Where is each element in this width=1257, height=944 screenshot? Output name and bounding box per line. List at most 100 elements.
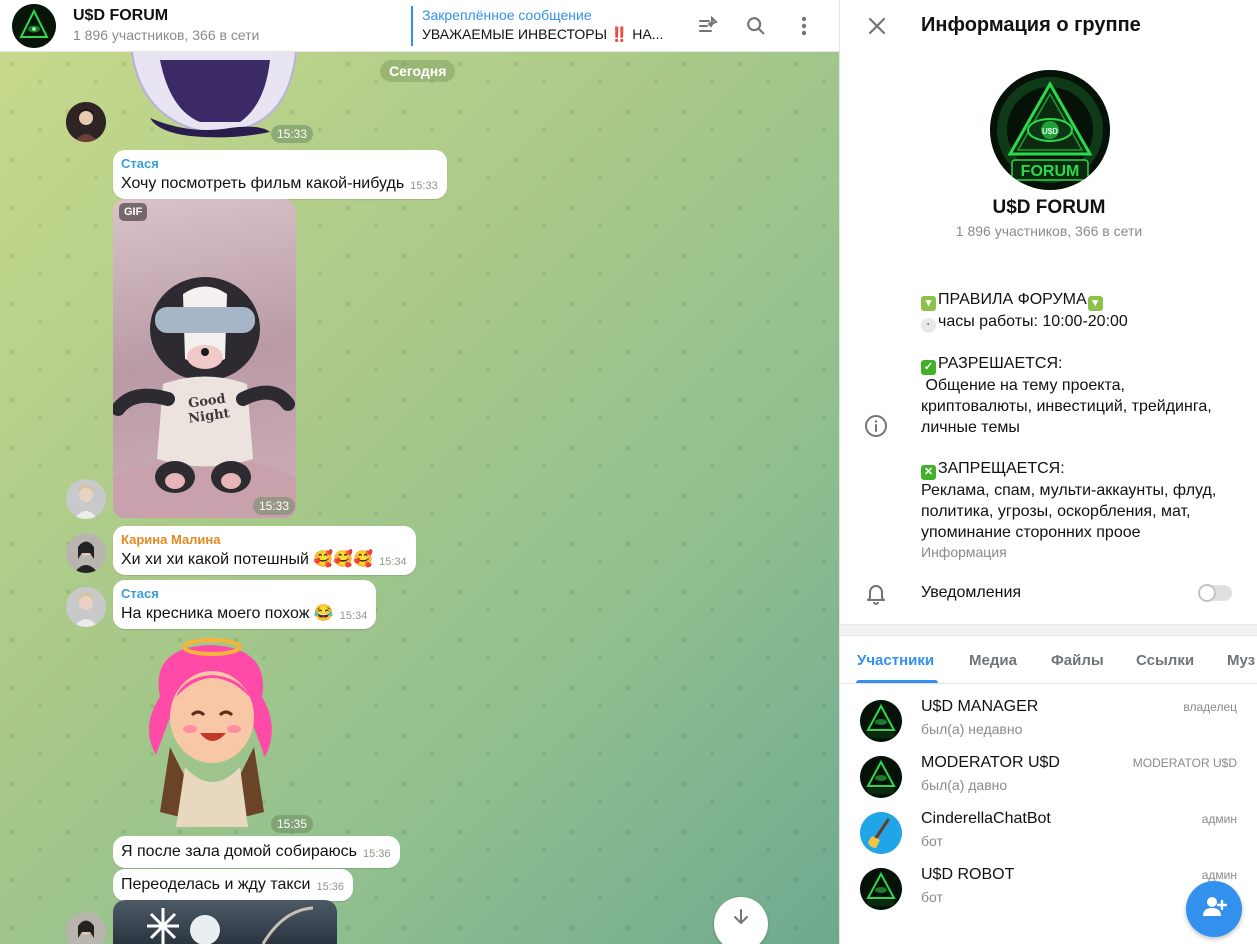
cross-mark-emoji-icon: ✕ <box>921 465 936 480</box>
desc-line: упоминание сторонних проое <box>921 524 1141 541</box>
notifications-label: Уведомления <box>921 584 1022 601</box>
user-avatar[interactable] <box>66 587 106 627</box>
desc-line: политика, угрозы, оскорбления, мат, <box>921 503 1191 520</box>
photo-message[interactable] <box>113 900 337 944</box>
member-name: U$D MANAGER <box>921 698 1039 715</box>
message-sender[interactable]: Карина Малина <box>121 532 407 548</box>
member-avatar[interactable] <box>860 756 902 798</box>
arrow-down-icon <box>731 907 751 932</box>
member-name: CinderellaChatBot <box>921 810 1051 827</box>
member-status: бот <box>921 833 943 849</box>
user-avatar[interactable] <box>66 102 106 142</box>
message-text: Я после зала домой собираюсь <box>121 843 357 860</box>
sticker-time: 15:33 <box>271 125 314 143</box>
shared-media-tabs: Участники Медиа Файлы Ссылки Муз <box>840 636 1257 684</box>
member-row[interactable]: MODERATOR U$D был(а) давно MODERATOR U$D <box>840 753 1257 809</box>
beginner-emoji-icon: ▾ <box>1087 296 1103 311</box>
group-description: ▾ ПРАВИЛА ФОРУМА ▾ · часы работы: 10:00-20:… <box>921 289 1241 543</box>
message-bubble[interactable]: Стася Хочу посмотреть фильм какой-нибудь… <box>113 150 447 199</box>
message-time: 15:33 <box>410 180 438 192</box>
member-status: был(а) недавно <box>921 721 1023 737</box>
desc-line: часы работы: 10:00-20:00 <box>938 313 1128 330</box>
chat-area: U$D FORUM 1 896 участников, 366 в сети З… <box>0 0 839 944</box>
message-sender[interactable]: Стася <box>121 156 438 172</box>
tab-members[interactable]: Участники <box>857 652 934 669</box>
scroll-to-bottom-button[interactable] <box>714 897 768 944</box>
message-text: На кресника моего похож 😂 <box>121 605 334 622</box>
message-time: 15:34 <box>379 556 407 568</box>
pinned-list-icon[interactable] <box>695 13 721 39</box>
tab-media[interactable]: Медиа <box>969 652 1017 669</box>
user-avatar[interactable] <box>66 533 106 573</box>
message-text: Хи хи хи какой потешный 🥰🥰🥰 <box>121 551 374 568</box>
member-avatar[interactable] <box>860 812 902 854</box>
member-role: MODERATOR U$D <box>1132 756 1237 770</box>
member-role: владелец <box>1183 700 1237 714</box>
message-text: Хочу посмотреть фильм какой-нибудь <box>121 175 405 192</box>
chat-title[interactable]: U$D FORUM <box>73 7 168 25</box>
notifications-toggle[interactable] <box>1198 584 1232 602</box>
toggle-knob <box>1198 584 1216 602</box>
member-role: админ <box>1201 812 1237 826</box>
member-status: был(а) давно <box>921 777 1008 793</box>
group-info-panel: Информация о группе U$D FORUM U$D FORUM … <box>839 0 1257 944</box>
active-tab-indicator <box>856 680 938 683</box>
logo-text: FORUM <box>1021 163 1080 180</box>
member-role: админ <box>1201 868 1237 882</box>
search-icon[interactable] <box>743 13 769 39</box>
message-sender[interactable]: Стася <box>121 586 367 602</box>
add-member-button[interactable] <box>1186 881 1242 937</box>
close-icon[interactable] <box>864 13 890 39</box>
clock-emoji-icon: · <box>921 318 936 333</box>
gif-message[interactable]: Good Night GIF 15:33 <box>113 199 296 518</box>
member-status: бот <box>921 889 943 905</box>
tab-music[interactable]: Муз <box>1227 652 1255 669</box>
sticker-girl[interactable] <box>140 637 280 832</box>
group-name: U$D FORUM <box>992 197 1106 218</box>
bell-icon <box>864 582 888 606</box>
pinned-label: Закреплённое сообщение <box>422 7 592 23</box>
desc-line: ПРАВИЛА ФОРУМА <box>938 291 1087 308</box>
message-time: 15:34 <box>339 610 368 622</box>
gif-time: 15:33 <box>253 497 296 515</box>
group-member-count: 1 896 участников, 366 в сети <box>955 223 1143 239</box>
tab-files[interactable]: Файлы <box>1051 652 1104 669</box>
message-text: Переоделась и жду такси <box>121 876 311 893</box>
message-bubble[interactable]: Карина Малина Хи хи хи какой потешный 🥰🥰… <box>113 526 416 575</box>
member-row[interactable]: U$D MANAGER был(а) недавно владелец <box>840 697 1257 753</box>
user-avatar[interactable] <box>66 479 106 519</box>
chat-header[interactable]: U$D FORUM 1 896 участников, 366 в сети З… <box>0 0 839 52</box>
desc-line: личные темы <box>921 419 1020 436</box>
message-time: 15:36 <box>362 848 391 860</box>
section-divider <box>840 624 1257 636</box>
message-bubble[interactable]: Я после зала домой собираюсь 15:36 <box>113 836 400 868</box>
more-options-icon[interactable] <box>791 13 817 39</box>
member-name: MODERATOR U$D <box>921 754 1060 771</box>
beginner-emoji-icon: ▾ <box>921 296 936 311</box>
chat-subtitle: 1 896 участников, 366 в сети <box>73 27 260 43</box>
info-icon <box>864 414 888 438</box>
gif-badge: GIF <box>119 203 148 221</box>
message-bubble[interactable]: Стася На кресника моего похож 😂 15:34 <box>113 580 377 629</box>
member-name: U$D ROBOT <box>921 866 1015 883</box>
pinned-message[interactable]: Закреплённое сообщение УВАЖАЕМЫЕ ИНВЕСТО… <box>411 6 663 46</box>
message-time: 15:36 <box>316 881 345 893</box>
desc-line: криптовалюты, инвестиций, трейдинга, <box>921 398 1212 415</box>
user-avatar[interactable] <box>66 912 106 944</box>
info-caption: Информация <box>921 544 1007 560</box>
member-row[interactable]: CinderellaChatBot бот админ <box>840 809 1257 865</box>
sticker-cat[interactable] <box>130 40 298 140</box>
member-avatar[interactable] <box>860 700 902 742</box>
sticker-time: 15:35 <box>271 815 314 833</box>
check-mark-emoji-icon: ✓ <box>921 360 936 375</box>
group-avatar-large[interactable]: U$D FORUM <box>990 70 1110 190</box>
member-avatar[interactable] <box>860 868 902 910</box>
message-bubble[interactable]: Переоделась и жду такси 15:36 <box>113 869 354 901</box>
desc-line: Реклама, спам, мульти-аккаунты, флуд, <box>921 482 1217 499</box>
tab-links[interactable]: Ссылки <box>1136 652 1194 669</box>
logo-eye-text: U$D <box>1042 127 1058 136</box>
group-avatar[interactable] <box>12 4 56 48</box>
add-user-icon <box>1201 894 1228 925</box>
desc-line: РАЗРЕШАЕТСЯ: <box>938 355 1063 372</box>
date-separator: Сегодня <box>380 60 456 82</box>
